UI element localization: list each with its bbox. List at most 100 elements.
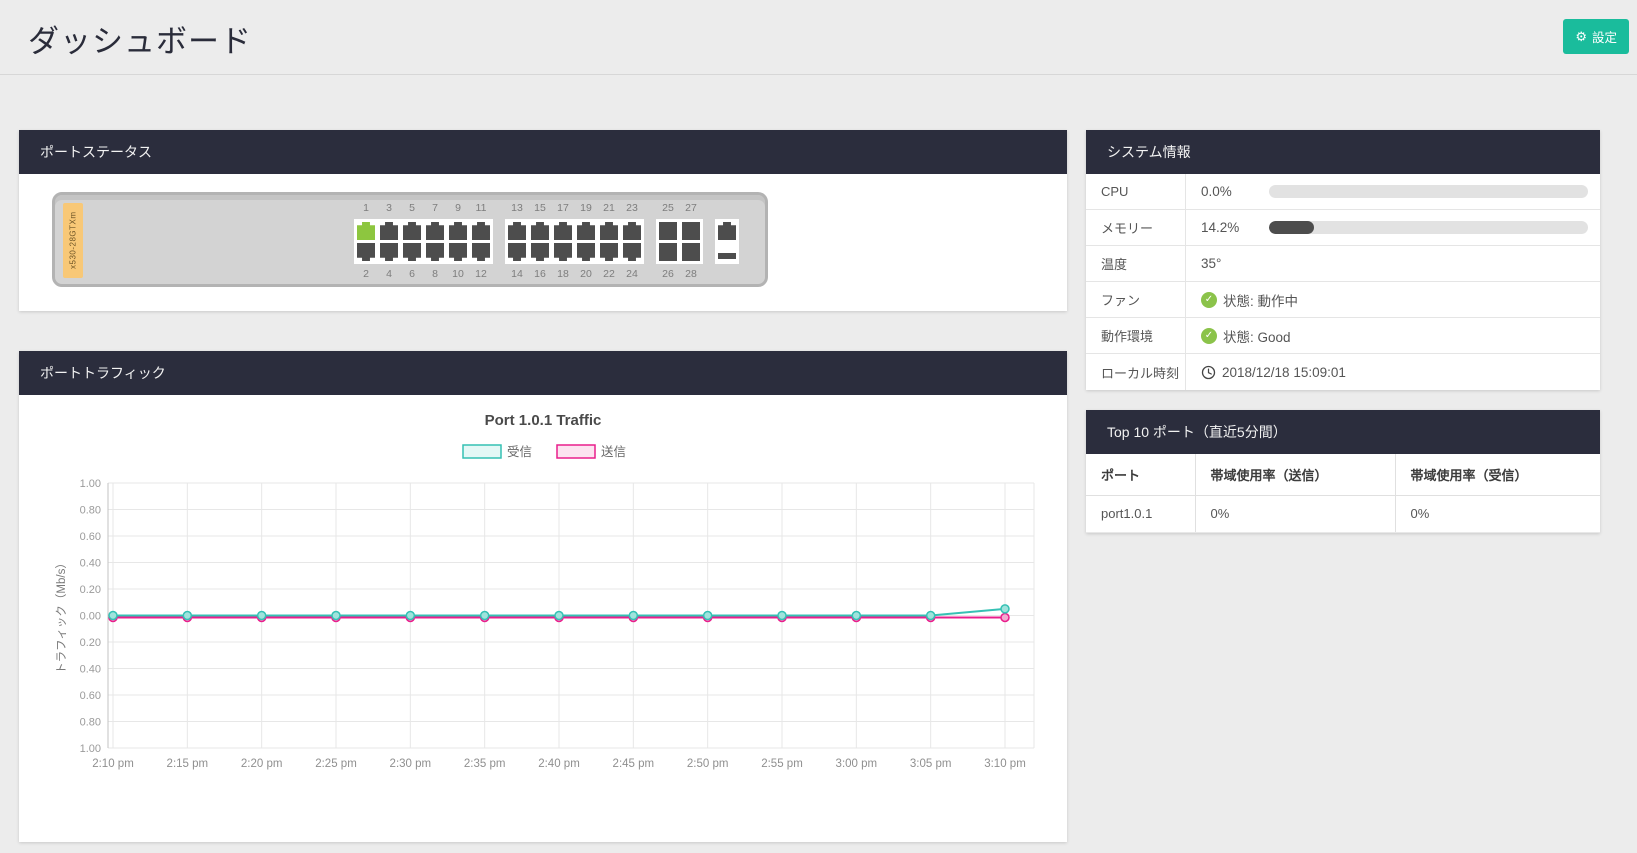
port-5[interactable] — [403, 222, 421, 240]
port-11[interactable] — [472, 222, 490, 240]
port-12[interactable] — [472, 243, 490, 261]
system-info-table: CPU0.0%メモリー14.2%温度35°ファン✓状態: 動作中動作環境✓状態:… — [1086, 174, 1600, 390]
port-19[interactable] — [577, 222, 595, 240]
x-tick-label: 2:20 pm — [241, 758, 283, 770]
port-row-bottom — [508, 243, 641, 261]
port-7[interactable] — [426, 222, 444, 240]
port-28[interactable] — [682, 243, 700, 261]
port-21[interactable] — [600, 222, 618, 240]
system-value-text: 0.0% — [1201, 184, 1263, 199]
port-number: 3 — [380, 202, 398, 216]
port-27[interactable] — [682, 222, 700, 240]
port-number: 5 — [403, 202, 421, 216]
x-tick-label: 2:25 pm — [315, 758, 357, 770]
y-tick-label: 1.00 — [80, 478, 101, 490]
port-number: 7 — [426, 202, 444, 216]
port-14[interactable] — [508, 243, 526, 261]
system-info-panel-header: システム情報 — [1086, 130, 1600, 174]
legend-label[interactable]: 受信 — [507, 445, 532, 459]
data-point-rx — [406, 612, 414, 620]
port-26[interactable] — [659, 243, 677, 261]
port-3[interactable] — [380, 222, 398, 240]
console-port[interactable] — [718, 222, 736, 240]
port-8[interactable] — [426, 243, 444, 261]
system-row: CPU 0.0% — [1086, 174, 1600, 210]
port-22[interactable] — [600, 243, 618, 261]
system-row-value: 2018/12/18 15:09:01 — [1186, 365, 1600, 380]
y-tick-label: 0.60 — [80, 531, 101, 543]
port-4[interactable] — [380, 243, 398, 261]
y-tick-label: 0.00 — [80, 611, 101, 623]
port-6[interactable] — [403, 243, 421, 261]
y-tick-label: 0.40 — [80, 558, 101, 570]
page-title: ダッシュボード — [28, 16, 252, 61]
stack-slot — [718, 253, 736, 259]
port-24[interactable] — [623, 243, 641, 261]
port-number: 11 — [472, 202, 490, 216]
settings-button[interactable]: ⚙ 設定 — [1563, 19, 1629, 54]
data-point-rx — [629, 612, 637, 620]
port-numbers-bottom: 24681012 — [357, 268, 490, 282]
port-strip — [354, 219, 493, 264]
legend-label[interactable]: 送信 — [601, 444, 626, 459]
system-row: ファン✓状態: 動作中 — [1086, 282, 1600, 318]
port-number — [718, 202, 736, 216]
y-tick-label: 0.20 — [80, 637, 101, 649]
port-number: 14 — [508, 268, 526, 282]
port-numbers-top: 2527 — [659, 202, 700, 216]
port-18[interactable] — [554, 243, 572, 261]
port-20[interactable] — [577, 243, 595, 261]
port-numbers-top: 131517192123 — [508, 202, 641, 216]
x-tick-label: 2:15 pm — [167, 758, 209, 770]
port-row-top — [357, 222, 490, 240]
port-1[interactable] — [357, 222, 375, 240]
x-tick-label: 3:10 pm — [984, 758, 1026, 770]
port-15[interactable] — [531, 222, 549, 240]
port-25[interactable] — [659, 222, 677, 240]
progress-bar — [1269, 185, 1588, 198]
y-tick-label: 0.20 — [80, 584, 101, 596]
port-10[interactable] — [449, 243, 467, 261]
port-numbers-bottom — [718, 268, 736, 282]
port-strip — [715, 219, 739, 264]
page-header: ダッシュボード ⚙ 設定 — [0, 0, 1637, 75]
gear-icon: ⚙ — [1575, 30, 1587, 43]
system-info-panel: システム情報 CPU0.0%メモリー14.2%温度35°ファン✓状態: 動作中動… — [1086, 130, 1600, 390]
top-ports-column-header: ポート — [1086, 454, 1195, 495]
port-strip — [505, 219, 644, 264]
port-number: 8 — [426, 268, 444, 282]
port-number: 15 — [531, 202, 549, 216]
port-number: 26 — [659, 268, 677, 282]
port-numbers-top: 1357911 — [357, 202, 490, 216]
system-row-value: 35° — [1186, 256, 1600, 271]
system-value-text: 状態: 動作中 — [1223, 290, 1298, 310]
top-ports-column-header: 帯域使用率（送信） — [1195, 454, 1395, 495]
port-numbers-top — [718, 202, 736, 216]
system-value-text: 14.2% — [1201, 220, 1263, 235]
port-16[interactable] — [531, 243, 549, 261]
port-traffic-panel-header: ポートトラフィック — [19, 351, 1067, 395]
x-tick-label: 2:55 pm — [761, 758, 803, 770]
port-number — [718, 268, 736, 282]
port-23[interactable] — [623, 222, 641, 240]
top-ports-title: Top 10 ポート（直近5分間） — [1107, 422, 1287, 442]
port-2[interactable] — [357, 243, 375, 261]
port-13[interactable] — [508, 222, 526, 240]
legend-swatch[interactable] — [557, 445, 595, 458]
progress-bar — [1269, 221, 1588, 234]
port-9[interactable] — [449, 222, 467, 240]
port-status-title: ポートステータス — [40, 142, 152, 162]
legend-swatch[interactable] — [463, 445, 501, 458]
system-row-label: ファン — [1086, 282, 1186, 317]
port-number: 27 — [682, 202, 700, 216]
top-ports-cell: 0% — [1395, 495, 1600, 532]
port-number: 4 — [380, 268, 398, 282]
system-row-label: CPU — [1086, 174, 1186, 209]
x-tick-label: 2:30 pm — [390, 758, 432, 770]
system-row: ローカル時刻2018/12/18 15:09:01 — [1086, 354, 1600, 390]
port-17[interactable] — [554, 222, 572, 240]
y-tick-label: 0.60 — [80, 690, 101, 702]
port-number: 2 — [357, 268, 375, 282]
clock-icon — [1201, 365, 1216, 380]
port-status-panel-header: ポートステータス — [19, 130, 1067, 174]
